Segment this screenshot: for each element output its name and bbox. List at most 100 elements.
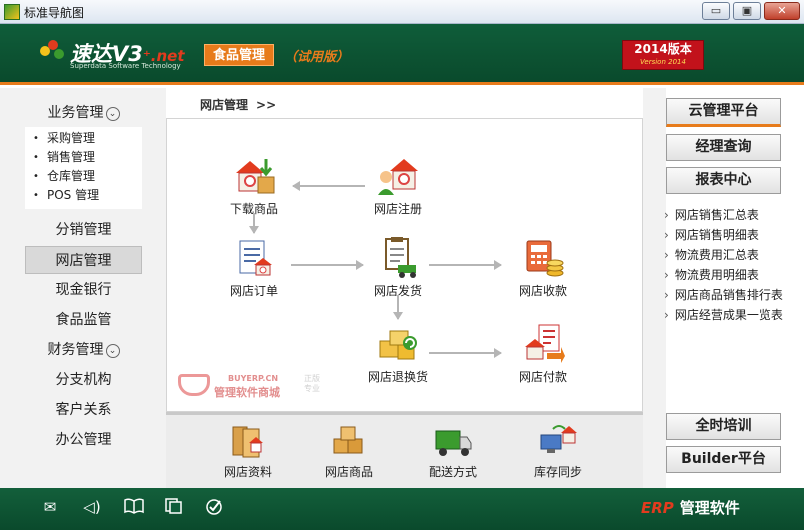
report-link-logistics-summary[interactable]: 物流费用汇总表 bbox=[664, 246, 759, 263]
maximize-button[interactable]: ▣ bbox=[733, 2, 761, 20]
sidebar-group-business[interactable]: 业务管理 ⌄ bbox=[25, 100, 142, 126]
payment-doc-icon bbox=[521, 323, 565, 365]
flow-node-label: 网店订单 bbox=[229, 284, 278, 298]
delivery-truck-icon bbox=[434, 423, 472, 459]
sidebar-group-finance[interactable]: 财务管理 ⌄ bbox=[25, 337, 142, 363]
report-link-sales-summary[interactable]: 网店销售汇总表 bbox=[664, 206, 759, 223]
flow-node-label: 网店退换货 bbox=[367, 370, 428, 384]
tool-inventory-sync[interactable]: 库存同步 bbox=[518, 423, 598, 480]
sidebar-item-online-store[interactable]: 网店管理 bbox=[25, 246, 142, 274]
calculator-coins-icon bbox=[521, 237, 565, 279]
version-badge: 2014版本 Version 2014 bbox=[622, 40, 704, 70]
flow-node-label: 网店收款 bbox=[518, 284, 567, 298]
erp-label: ERP bbox=[641, 499, 674, 517]
tool-label: 网店资料 bbox=[223, 465, 272, 479]
logo-mark-icon bbox=[40, 40, 68, 62]
flow-node-collect[interactable]: 网店收款 bbox=[503, 237, 583, 299]
sidebar-subitem-purchase[interactable]: 采购管理 bbox=[25, 129, 142, 148]
sidebar-submenu-business: 采购管理 销售管理 仓库管理 POS 管理 bbox=[25, 127, 142, 209]
sidebar-item-office[interactable]: 办公管理 bbox=[25, 426, 142, 454]
folder-shop-icon bbox=[229, 423, 267, 459]
flow-arrow bbox=[292, 181, 365, 191]
manager-query-button[interactable]: 经理查询 bbox=[666, 134, 781, 161]
book-icon[interactable] bbox=[124, 498, 144, 516]
flow-node-label: 网店付款 bbox=[518, 370, 567, 384]
erp-brand-text: 管理软件 bbox=[679, 499, 740, 517]
product-boxes-icon bbox=[330, 423, 368, 459]
report-center-button[interactable]: 报表中心 bbox=[666, 167, 781, 194]
document-copy-icon[interactable] bbox=[164, 498, 184, 516]
flow-node-label: 网店注册 bbox=[373, 202, 422, 216]
sidebar-item-branches[interactable]: 分支机构 bbox=[25, 366, 142, 394]
check-circle-icon[interactable] bbox=[204, 498, 224, 516]
tool-label: 库存同步 bbox=[533, 465, 582, 479]
flow-node-download[interactable]: 下载商品 bbox=[214, 155, 294, 217]
report-link-business-results[interactable]: 网店经营成果一览表 bbox=[664, 306, 783, 323]
erp-brand: ERP 管理软件 bbox=[641, 497, 740, 518]
flow-arrow bbox=[429, 348, 502, 358]
flow-node-pay[interactable]: 网店付款 bbox=[503, 323, 583, 385]
trial-label: （试用版） bbox=[284, 50, 350, 65]
flow-arrow bbox=[429, 260, 502, 270]
tool-label: 配送方式 bbox=[428, 465, 477, 479]
training-button[interactable]: 全时培训 bbox=[666, 413, 781, 440]
sidebar-item-cash-bank[interactable]: 现金银行 bbox=[25, 276, 142, 304]
close-button[interactable]: ✕ bbox=[764, 2, 800, 20]
builder-platform-button[interactable]: Builder平台 bbox=[666, 446, 781, 473]
module-badge: 食品管理 bbox=[204, 44, 275, 66]
flow-arrow bbox=[291, 260, 364, 270]
sidebar-group-label: 财务管理 bbox=[47, 342, 104, 358]
watermark-domain: BUYERP.CN bbox=[228, 374, 279, 383]
app-icon bbox=[4, 4, 20, 20]
order-doc-icon bbox=[232, 237, 276, 279]
flow-arrow bbox=[249, 213, 259, 234]
app-header: 速达V3⁺.net Superdata Software Technology … bbox=[0, 24, 804, 85]
shipping-cart-icon bbox=[376, 237, 420, 279]
window-titlebar: 标准导航图 ▭ ▣ ✕ bbox=[0, 0, 804, 24]
shop-download-icon bbox=[232, 155, 276, 197]
mail-icon[interactable]: ✉ bbox=[40, 498, 60, 516]
sidebar-subitem-warehouse[interactable]: 仓库管理 bbox=[25, 167, 142, 186]
flow-arrow bbox=[393, 295, 403, 320]
breadcrumb: 网店管理 >> bbox=[200, 96, 276, 113]
flow-node-return[interactable]: 网店退换货 bbox=[358, 323, 438, 385]
tool-store-info[interactable]: 网店资料 bbox=[208, 423, 288, 480]
chevron-down-icon[interactable]: ⌄ bbox=[105, 344, 120, 358]
window-title: 标准导航图 bbox=[24, 6, 85, 20]
shop-register-icon bbox=[376, 155, 420, 197]
tool-store-products[interactable]: 网店商品 bbox=[309, 423, 389, 480]
breadcrumb-separator: >> bbox=[256, 98, 277, 112]
return-boxes-icon bbox=[376, 323, 420, 365]
sidebar-item-crm[interactable]: 客户关系 bbox=[25, 396, 142, 424]
version-subtitle: Version 2014 bbox=[640, 58, 686, 66]
chevron-down-icon[interactable]: ⌄ bbox=[105, 107, 120, 121]
content-gutter bbox=[142, 118, 166, 488]
computer-sync-icon bbox=[539, 423, 577, 459]
app-footer: ✉ ◁) ERP 管理软件 bbox=[0, 488, 804, 530]
tool-delivery-methods[interactable]: 配送方式 bbox=[413, 423, 493, 480]
report-link-sales-detail[interactable]: 网店销售明细表 bbox=[664, 226, 759, 243]
store-tools-strip: 网店资料 网店商品 配送方式 库存同步 bbox=[166, 412, 643, 488]
sidebar-subitem-pos[interactable]: POS 管理 bbox=[25, 186, 142, 205]
sidebar-item-distribution[interactable]: 分销管理 bbox=[25, 216, 142, 244]
minimize-button[interactable]: ▭ bbox=[702, 2, 730, 20]
sidebar-item-food-supervision[interactable]: 食品监管 bbox=[25, 306, 142, 334]
cloud-platform-button[interactable]: 云管理平台 bbox=[666, 98, 781, 127]
report-link-product-ranking[interactable]: 网店商品销售排行表 bbox=[664, 286, 783, 303]
watermark-tag: 正版专业 bbox=[304, 374, 320, 393]
flow-node-ship[interactable]: 网店发货 bbox=[358, 237, 438, 299]
sidebar-group-label: 业务管理 bbox=[47, 105, 104, 121]
flow-diagram-panel: 下载商品 网店注册 网店订单 网店发货 网店收款 网店退换货 网店付款 bbox=[166, 118, 643, 412]
flow-node-order[interactable]: 网店订单 bbox=[214, 237, 294, 299]
logo-subtitle: Superdata Software Technology bbox=[70, 62, 181, 70]
flow-node-register[interactable]: 网店注册 bbox=[358, 155, 438, 217]
sidebar-subitem-sales[interactable]: 销售管理 bbox=[25, 148, 142, 167]
version-title: 2014版本 bbox=[634, 42, 692, 56]
buyerp-watermark: BUYERP.CN 管理软件商城 正版专业 bbox=[178, 372, 328, 402]
speaker-icon[interactable]: ◁) bbox=[82, 498, 102, 516]
content-gutter bbox=[643, 88, 666, 488]
watermark-logo-icon bbox=[178, 374, 210, 396]
report-link-logistics-detail[interactable]: 物流费用明细表 bbox=[664, 266, 759, 283]
watermark-title: 管理软件商城 bbox=[214, 386, 280, 399]
tool-label: 网店商品 bbox=[324, 465, 373, 479]
